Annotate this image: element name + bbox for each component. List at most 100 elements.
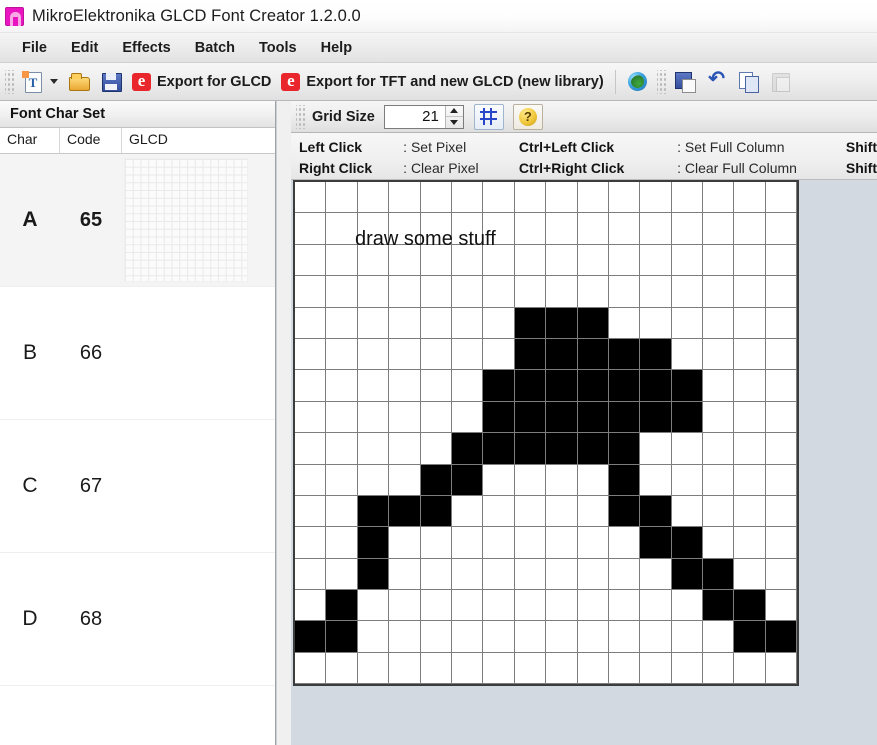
pixel-cell[interactable] xyxy=(420,652,452,685)
pixel-cell[interactable] xyxy=(671,652,704,685)
pixel-cell[interactable] xyxy=(734,652,766,685)
pixel-cell[interactable] xyxy=(357,464,390,496)
pixel-cell[interactable] xyxy=(420,182,452,214)
pixel-cell[interactable] xyxy=(765,401,798,434)
pixel-cell[interactable] xyxy=(640,464,672,496)
pixel-cell[interactable] xyxy=(734,590,766,622)
pixel-cell[interactable] xyxy=(703,370,735,402)
pixel-cell[interactable] xyxy=(357,527,390,559)
pixel-cell[interactable] xyxy=(703,495,735,528)
pixel-cell[interactable] xyxy=(420,370,452,402)
pixel-cell[interactable] xyxy=(734,621,766,653)
pixel-cell[interactable] xyxy=(577,244,609,277)
pixel-cell[interactable] xyxy=(608,621,641,653)
table-row[interactable]: C 67 xyxy=(0,420,275,553)
pixel-cell[interactable] xyxy=(295,464,327,496)
pixel-cell[interactable] xyxy=(420,307,452,339)
pixel-cell[interactable] xyxy=(608,464,641,496)
pixel-cell[interactable] xyxy=(514,370,547,402)
pixel-cell[interactable] xyxy=(420,590,452,622)
pixel-cell[interactable] xyxy=(357,338,390,371)
pixel-cell[interactable] xyxy=(389,464,421,496)
pixel-cell[interactable] xyxy=(703,213,735,245)
pixel-cell[interactable] xyxy=(734,464,766,496)
pixel-cell[interactable] xyxy=(608,276,641,308)
pixel-cell[interactable] xyxy=(326,464,358,496)
pixel-cell[interactable] xyxy=(451,590,484,622)
pixel-cell[interactable] xyxy=(577,370,609,402)
pixel-cell[interactable] xyxy=(671,464,704,496)
pixel-cell[interactable] xyxy=(640,276,672,308)
pixel-cell[interactable] xyxy=(420,244,452,277)
grid-size-input[interactable] xyxy=(384,105,445,128)
pixel-cell[interactable] xyxy=(295,621,327,653)
menu-item-batch[interactable]: Batch xyxy=(183,37,247,59)
pixel-cell[interactable] xyxy=(671,213,704,245)
pixel-cell[interactable] xyxy=(640,433,672,465)
grid-size-spin-buttons[interactable] xyxy=(444,105,463,128)
pixel-cell[interactable] xyxy=(326,527,358,559)
pixel-cell[interactable] xyxy=(546,276,578,308)
pixel-cell[interactable] xyxy=(703,401,735,434)
pixel-cell[interactable] xyxy=(734,307,766,339)
undo-button[interactable] xyxy=(701,66,733,97)
pixel-cell[interactable] xyxy=(389,527,421,559)
pixel-cell[interactable] xyxy=(326,621,358,653)
pixel-cell[interactable] xyxy=(357,307,390,339)
pixel-cell[interactable] xyxy=(326,307,358,339)
pixel-cell[interactable] xyxy=(357,182,390,214)
pixel-cell[interactable] xyxy=(640,558,672,591)
pixel-cell[interactable] xyxy=(765,590,798,622)
pixel-cell[interactable] xyxy=(420,276,452,308)
pixel-cell[interactable] xyxy=(295,182,327,214)
pixel-cell[interactable] xyxy=(608,370,641,402)
pixel-grid[interactable] xyxy=(293,180,800,687)
pixel-cell[interactable] xyxy=(420,464,452,496)
pixel-cell[interactable] xyxy=(295,590,327,622)
pixel-cell[interactable] xyxy=(357,652,390,685)
pixel-cell[interactable] xyxy=(326,590,358,622)
pixel-cell[interactable] xyxy=(483,433,515,465)
pixel-cell[interactable] xyxy=(608,433,641,465)
pixel-cell[interactable] xyxy=(640,652,672,685)
pixel-cell[interactable] xyxy=(546,307,578,339)
menu-item-edit[interactable]: Edit xyxy=(59,37,110,59)
pixel-cell[interactable] xyxy=(295,527,327,559)
menu-item-tools[interactable]: Tools xyxy=(247,37,309,59)
pixel-cell[interactable] xyxy=(640,182,672,214)
pixel-cell[interactable] xyxy=(326,370,358,402)
pixel-cell[interactable] xyxy=(765,495,798,528)
pixel-cell[interactable] xyxy=(703,464,735,496)
pixel-cell[interactable] xyxy=(483,244,515,277)
pixel-cell[interactable] xyxy=(389,370,421,402)
pixel-cell[interactable] xyxy=(703,433,735,465)
pixel-cell[interactable] xyxy=(765,652,798,685)
pixel-cell[interactable] xyxy=(671,182,704,214)
pixel-cell[interactable] xyxy=(608,338,641,371)
pixel-cell[interactable] xyxy=(483,652,515,685)
pixel-cell[interactable] xyxy=(357,276,390,308)
pixel-cell[interactable] xyxy=(389,182,421,214)
pixel-cell[interactable] xyxy=(608,213,641,245)
pixel-cell[interactable] xyxy=(483,621,515,653)
pixel-cell[interactable] xyxy=(483,495,515,528)
pixel-cell[interactable] xyxy=(451,338,484,371)
pixel-cell[interactable] xyxy=(703,307,735,339)
pixel-cell[interactable] xyxy=(577,182,609,214)
pixel-cell[interactable] xyxy=(546,464,578,496)
pixel-cell[interactable] xyxy=(326,495,358,528)
pixel-cell[interactable] xyxy=(389,558,421,591)
pixel-cell[interactable] xyxy=(640,401,672,434)
pixel-cell[interactable] xyxy=(389,276,421,308)
pixel-cell[interactable] xyxy=(546,590,578,622)
pixel-cell[interactable] xyxy=(389,213,421,245)
panel-splitter[interactable] xyxy=(276,101,291,745)
pixel-cell[interactable] xyxy=(514,590,547,622)
pixel-cell[interactable] xyxy=(326,652,358,685)
pixel-cell[interactable] xyxy=(640,338,672,371)
menu-item-help[interactable]: Help xyxy=(309,37,364,59)
pixel-cell[interactable] xyxy=(577,558,609,591)
pixel-cell[interactable] xyxy=(357,401,390,434)
pixel-cell[interactable] xyxy=(671,558,704,591)
pixel-cell[interactable] xyxy=(514,244,547,277)
